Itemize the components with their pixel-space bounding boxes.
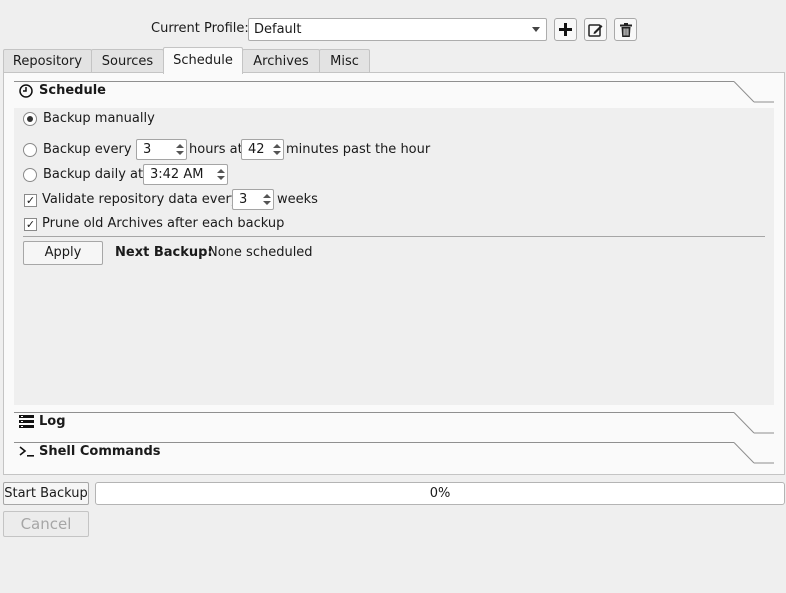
backup-progress-bar: 0%	[95, 482, 785, 505]
spin-arrows[interactable]	[215, 166, 226, 183]
weeks-label: weeks	[277, 192, 318, 207]
prune-checkbox[interactable]: ✓	[24, 218, 37, 231]
backup-every-radio[interactable]	[23, 143, 37, 157]
hours-at-label: hours at	[189, 142, 243, 157]
add-profile-button[interactable]	[554, 18, 577, 41]
profile-select-value: Default	[254, 22, 302, 37]
next-backup-value: None scheduled	[208, 245, 313, 260]
minutes-past-label: minutes past the hour	[286, 142, 431, 157]
schedule-tab-pane: Schedule Backup manually Backup every 3 …	[3, 72, 785, 475]
hours-value: 3	[143, 142, 152, 157]
spin-up-icon[interactable]	[263, 194, 271, 198]
spin-up-icon[interactable]	[176, 144, 184, 148]
clock-icon	[19, 84, 33, 98]
tab-schedule[interactable]: Schedule	[163, 47, 243, 74]
tab-repository[interactable]: Repository	[3, 49, 92, 73]
log-icon	[19, 415, 34, 428]
plus-icon	[559, 23, 572, 36]
hours-spinbox[interactable]: 3	[136, 139, 187, 160]
prune-label: Prune old Archives after each backup	[42, 216, 285, 231]
spin-down-icon[interactable]	[263, 201, 271, 205]
trash-icon	[619, 22, 632, 37]
spin-down-icon[interactable]	[176, 151, 184, 155]
spin-arrows[interactable]	[174, 141, 185, 158]
schedule-body: Backup manually Backup every 3 hours at …	[14, 108, 774, 405]
shell-commands-section-header[interactable]: Shell Commands	[14, 442, 774, 464]
log-section-header[interactable]: Log	[14, 412, 774, 434]
profile-select[interactable]: Default	[248, 18, 547, 41]
start-backup-button[interactable]: Start Backup	[3, 482, 89, 505]
divider	[23, 236, 765, 237]
spin-down-icon[interactable]	[273, 151, 281, 155]
minutes-spinbox[interactable]: 42	[241, 139, 284, 160]
spin-up-icon[interactable]	[273, 144, 281, 148]
validate-weeks-value: 3	[239, 192, 248, 207]
spin-arrows[interactable]	[271, 141, 282, 158]
backup-manually-label: Backup manually	[43, 111, 155, 126]
current-profile-label: Current Profile:	[151, 21, 249, 36]
spin-down-icon[interactable]	[217, 176, 225, 180]
tab-archives[interactable]: Archives	[242, 49, 320, 73]
backup-every-label: Backup every	[43, 142, 132, 157]
backup-manually-radio[interactable]	[23, 112, 37, 126]
backup-daily-radio[interactable]	[23, 168, 37, 182]
schedule-section-header[interactable]: Schedule	[14, 81, 774, 103]
schedule-section-title: Schedule	[39, 83, 106, 98]
spin-arrows[interactable]	[261, 191, 272, 208]
tab-sources[interactable]: Sources	[91, 49, 164, 73]
edit-icon	[588, 23, 603, 37]
apply-button[interactable]: Apply	[23, 241, 103, 265]
next-backup-label: Next Backup:	[115, 245, 213, 260]
daily-time-edit[interactable]: 3:42 AM	[143, 164, 228, 185]
tab-misc[interactable]: Misc	[319, 49, 370, 73]
edit-profile-button[interactable]	[584, 18, 607, 41]
progress-text: 0%	[429, 486, 451, 501]
shell-commands-section-title: Shell Commands	[39, 444, 161, 459]
spin-up-icon[interactable]	[217, 169, 225, 173]
validate-checkbox[interactable]: ✓	[24, 194, 37, 207]
backup-daily-label: Backup daily at	[43, 167, 144, 182]
validate-label: Validate repository data every	[42, 192, 239, 207]
daily-time-value: 3:42 AM	[150, 167, 204, 182]
chevron-down-icon	[532, 27, 540, 32]
terminal-icon	[19, 446, 34, 457]
cancel-button[interactable]: Cancel	[3, 511, 89, 537]
log-section-title: Log	[39, 414, 66, 429]
minutes-value: 42	[248, 142, 265, 157]
validate-weeks-spinbox[interactable]: 3	[232, 189, 274, 210]
delete-profile-button[interactable]	[614, 18, 637, 41]
